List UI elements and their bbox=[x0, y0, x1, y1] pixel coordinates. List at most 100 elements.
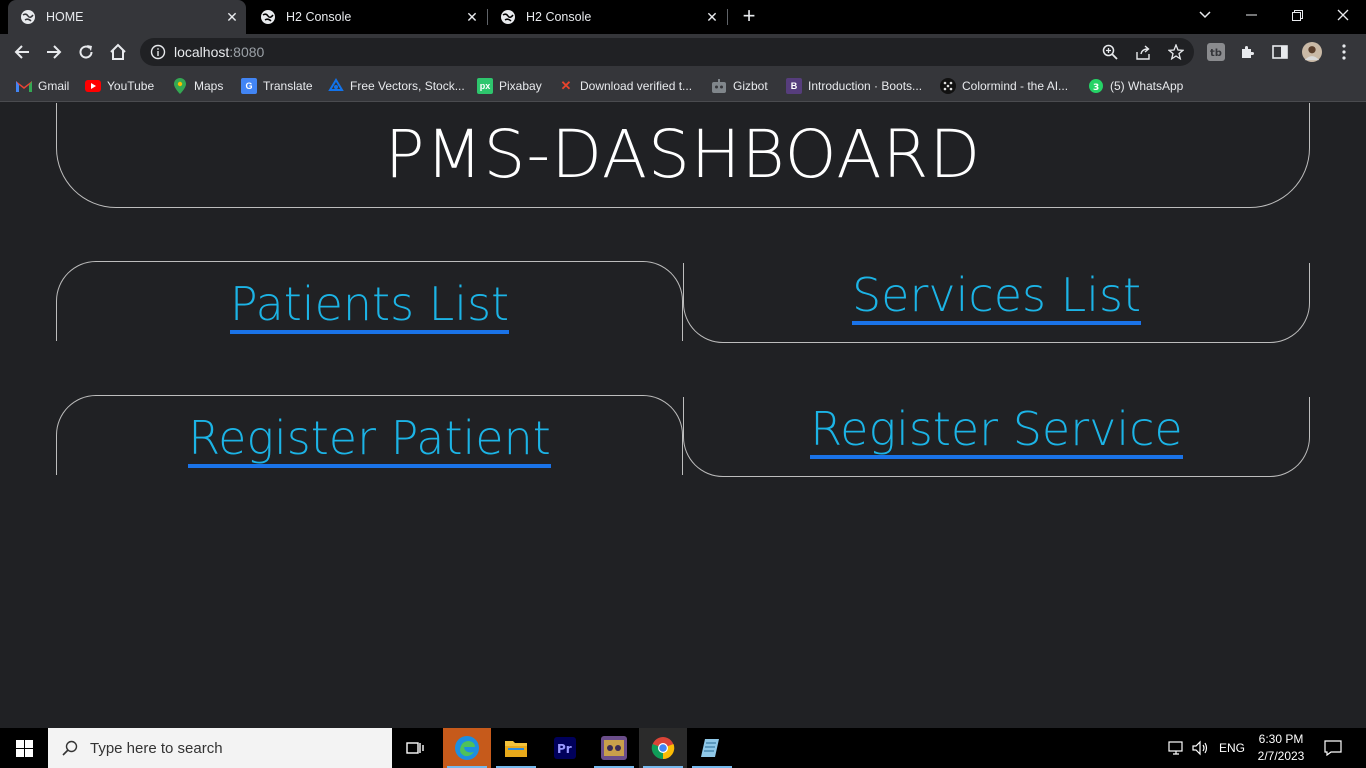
minimize-icon bbox=[1245, 14, 1257, 16]
register-service-link[interactable]: Register Service bbox=[810, 403, 1183, 459]
star-icon[interactable] bbox=[1167, 43, 1185, 65]
close-icon bbox=[1337, 9, 1349, 21]
reload-button[interactable] bbox=[72, 38, 100, 66]
side-panel-icon[interactable] bbox=[1270, 42, 1290, 62]
language-indicator[interactable]: ENG bbox=[1219, 728, 1245, 768]
tab-search-button[interactable] bbox=[1182, 0, 1228, 30]
notepad-icon bbox=[701, 739, 719, 757]
tab-h2-console-1[interactable]: H2 Console ✕ bbox=[248, 0, 486, 34]
bookmark-youtube[interactable]: YouTube bbox=[85, 76, 154, 96]
patients-list-link[interactable]: Patients List bbox=[229, 278, 510, 334]
svg-text:tb: tb bbox=[1210, 48, 1222, 59]
bookmarks-bar: Gmail YouTube Maps G Translate Free Vect… bbox=[0, 70, 1366, 102]
services-list-card: Services List bbox=[683, 263, 1310, 343]
notifications-icon[interactable] bbox=[1324, 728, 1342, 768]
chrome-icon bbox=[651, 737, 675, 760]
address-bar[interactable]: localhost:8080 bbox=[140, 38, 1194, 66]
svg-text:Pr: Pr bbox=[557, 742, 572, 756]
tab-home[interactable]: HOME ✕ bbox=[8, 0, 246, 34]
translate-icon: G bbox=[241, 78, 257, 94]
bookmark-translate[interactable]: G Translate bbox=[241, 76, 313, 96]
taskbar-game[interactable] bbox=[590, 728, 638, 768]
bookmark-freepik[interactable]: Free Vectors, Stock... bbox=[328, 76, 465, 96]
page-content: PMS-DASHBOARD Patients List Services Lis… bbox=[0, 103, 1366, 728]
x-icon: ✕ bbox=[560, 78, 572, 93]
arrow-left-icon bbox=[14, 45, 29, 59]
extension-tb-icon[interactable]: tb bbox=[1206, 42, 1226, 62]
home-button[interactable] bbox=[104, 38, 132, 66]
bookmark-label: Download verified t... bbox=[580, 79, 693, 93]
patients-list-card: Patients List bbox=[56, 261, 683, 341]
bookmark-colormind[interactable]: Colormind - the AI... bbox=[940, 76, 1068, 96]
bookmark-label: Introduction · Boots... bbox=[808, 79, 923, 93]
home-icon bbox=[110, 43, 126, 60]
close-icon[interactable]: ✕ bbox=[702, 9, 722, 26]
clock-time: 6:30 PM bbox=[1258, 732, 1304, 746]
youtube-icon bbox=[85, 78, 101, 94]
premiere-icon: Pr bbox=[554, 737, 576, 759]
bookmark-download-verified[interactable]: ✕ Download verified t... bbox=[558, 76, 693, 96]
folder-icon bbox=[505, 741, 527, 757]
close-icon[interactable]: ✕ bbox=[462, 9, 482, 26]
volume-icon[interactable] bbox=[1192, 728, 1210, 768]
start-button[interactable] bbox=[0, 728, 48, 768]
forward-button[interactable] bbox=[40, 38, 68, 66]
bookmark-label: Gizbot bbox=[733, 79, 768, 93]
taskbar-chrome[interactable] bbox=[639, 728, 687, 768]
tab-h2-console-2[interactable]: H2 Console ✕ bbox=[488, 0, 726, 34]
network-icon[interactable] bbox=[1168, 728, 1186, 768]
bookmark-label: Maps bbox=[194, 79, 224, 93]
taskbar-search-box[interactable]: Type here to search bbox=[48, 728, 392, 768]
arrow-right-icon bbox=[47, 45, 62, 59]
chevron-down-icon bbox=[1199, 11, 1211, 19]
zoom-icon[interactable] bbox=[1102, 44, 1118, 65]
bookmark-label: Colormind - the AI... bbox=[962, 79, 1069, 93]
pixabay-icon: px bbox=[477, 78, 493, 94]
menu-kebab-icon[interactable] bbox=[1334, 42, 1354, 62]
services-list-link[interactable]: Services List bbox=[851, 269, 1141, 325]
game-icon bbox=[601, 736, 627, 760]
url-port: :8080 bbox=[229, 44, 265, 60]
back-button[interactable] bbox=[8, 38, 36, 66]
reload-icon bbox=[79, 45, 93, 59]
gizbot-icon bbox=[711, 78, 727, 94]
extensions-puzzle-icon[interactable] bbox=[1238, 42, 1258, 62]
gmail-icon bbox=[16, 78, 32, 94]
bookmark-gizbot[interactable]: Gizbot bbox=[711, 76, 768, 96]
windows-taskbar: Type here to search Pr ENG 6:30 PM 2/7/2… bbox=[0, 728, 1366, 768]
register-patient-link[interactable]: Register Patient bbox=[188, 412, 551, 468]
tab-title: HOME bbox=[46, 10, 84, 24]
tab-strip: HOME ✕ H2 Console ✕ H2 Console ✕ + bbox=[0, 0, 1366, 34]
close-icon[interactable]: ✕ bbox=[222, 9, 242, 26]
globe-icon bbox=[500, 9, 516, 25]
profile-avatar[interactable] bbox=[1302, 42, 1322, 62]
system-clock[interactable]: 6:30 PM 2/7/2023 bbox=[1246, 731, 1316, 765]
bookmark-whatsapp[interactable]: 3 (5) WhatsApp bbox=[1088, 76, 1183, 96]
restore-button[interactable] bbox=[1274, 0, 1320, 30]
info-icon[interactable] bbox=[150, 44, 166, 65]
bookmark-label: YouTube bbox=[107, 79, 155, 93]
svg-text:3: 3 bbox=[1093, 83, 1099, 93]
share-icon[interactable] bbox=[1136, 44, 1152, 65]
taskbar-file-explorer[interactable] bbox=[492, 728, 540, 768]
register-patient-card: Register Patient bbox=[56, 395, 683, 475]
bookmark-maps[interactable]: Maps bbox=[172, 76, 223, 96]
taskbar-notepad[interactable] bbox=[688, 728, 736, 768]
globe-icon bbox=[260, 9, 276, 25]
bookmark-pixabay[interactable]: px Pixabay bbox=[477, 76, 542, 96]
freepik-icon bbox=[328, 78, 344, 94]
taskbar-premiere[interactable]: Pr bbox=[541, 728, 589, 768]
taskbar-edge[interactable] bbox=[443, 728, 491, 768]
windows-icon bbox=[15, 739, 33, 757]
browser-toolbar: localhost:8080 tb bbox=[0, 34, 1366, 70]
whatsapp-icon: 3 bbox=[1088, 78, 1104, 94]
restore-icon bbox=[1291, 9, 1303, 21]
minimize-button[interactable] bbox=[1228, 0, 1274, 30]
bookmark-gmail[interactable]: Gmail bbox=[16, 76, 69, 96]
new-tab-button[interactable]: + bbox=[738, 5, 760, 27]
dashboard-header: PMS-DASHBOARD bbox=[56, 103, 1310, 208]
close-window-button[interactable] bbox=[1320, 0, 1366, 30]
bookmark-bootstrap[interactable]: B Introduction · Boots... bbox=[786, 76, 922, 96]
bookmark-label: Translate bbox=[263, 79, 313, 93]
task-view-button[interactable] bbox=[392, 728, 440, 768]
